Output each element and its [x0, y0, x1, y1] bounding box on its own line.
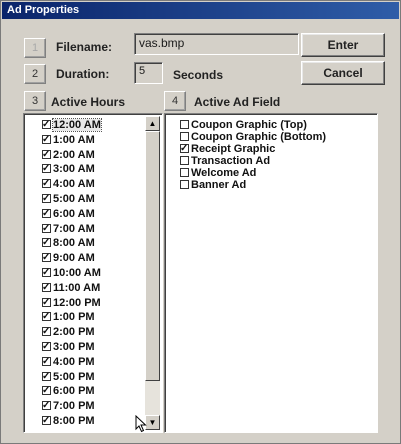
filename-field[interactable]: vas.bmp: [134, 33, 299, 55]
duration-unit-label: Seconds: [173, 68, 224, 82]
ad-properties-dialog: Ad Properties 1 Filename: vas.bmp Enter …: [0, 0, 401, 444]
hour-item[interactable]: 12:00 AM: [24, 117, 162, 133]
checkbox-unchecked-icon[interactable]: [180, 180, 189, 189]
hour-item-label: 2:00 PM: [53, 326, 95, 339]
hour-item[interactable]: 6:00 PM: [24, 383, 162, 399]
hour-item-label: 9:00 AM: [53, 252, 95, 265]
hour-item-label: 3:00 AM: [53, 163, 95, 176]
ad-field-item[interactable]: Banner Ad: [165, 178, 377, 193]
hour-item[interactable]: 6:00 AM: [24, 206, 162, 222]
checkbox-checked-icon[interactable]: [42, 176, 51, 191]
hour-item[interactable]: 3:00 AM: [24, 161, 162, 177]
mouse-pointer-icon: [135, 415, 147, 433]
hour-item-label: 7:00 PM: [53, 400, 95, 413]
checkbox-checked-icon[interactable]: [42, 295, 51, 310]
checkbox-unchecked-icon[interactable]: [180, 156, 189, 165]
hour-item-label: 3:00 PM: [53, 341, 95, 353]
active-ad-field-number-button[interactable]: 4: [164, 91, 186, 111]
checkbox-checked-icon[interactable]: [42, 339, 51, 354]
hour-item-label: 1:00 PM: [53, 311, 95, 324]
hour-item-label: 4:00 AM: [53, 178, 95, 191]
hour-item-label: 12:00 PM: [53, 296, 101, 309]
checkbox-checked-icon[interactable]: [42, 280, 51, 295]
checkbox-checked-icon[interactable]: [42, 354, 51, 369]
checkbox-unchecked-icon[interactable]: [180, 132, 189, 141]
hour-item-label: 2:00 AM: [53, 148, 95, 161]
checkbox-checked-icon[interactable]: [42, 383, 51, 398]
hour-item[interactable]: 3:00 PM: [24, 339, 162, 355]
checkbox-checked-icon[interactable]: [42, 191, 51, 206]
checkbox-checked-icon[interactable]: [42, 147, 51, 162]
hour-item-label: 5:00 PM: [53, 370, 95, 383]
filename-number-button[interactable]: 1: [24, 38, 46, 58]
hour-item[interactable]: 7:00 PM: [24, 398, 162, 414]
checkbox-checked-icon[interactable]: [42, 250, 51, 265]
checkbox-checked-icon[interactable]: [42, 309, 51, 324]
active-hours-list[interactable]: ▲ ▼ 12:00 AM1:00 AM2:00 AM3:00 AM4:00 AM…: [23, 113, 163, 433]
active-hours-number-button[interactable]: 3: [24, 91, 46, 111]
enter-button[interactable]: Enter: [301, 33, 385, 57]
hour-item[interactable]: 10:00 AM: [24, 265, 162, 281]
hour-item-label: 5:00 AM: [53, 193, 95, 205]
hour-item-label: 1:00 AM: [53, 133, 95, 146]
hour-item[interactable]: 4:00 PM: [24, 354, 162, 370]
hour-item[interactable]: 4:00 AM: [24, 176, 162, 192]
hour-item[interactable]: 12:00 PM: [24, 295, 162, 311]
checkbox-checked-icon[interactable]: [42, 413, 51, 428]
hour-item[interactable]: 5:00 AM: [24, 191, 162, 207]
checkbox-checked-icon[interactable]: [42, 369, 51, 384]
checkbox-checked-icon[interactable]: [42, 206, 51, 221]
hour-item-label: 12:00 AM: [52, 118, 102, 132]
hour-item-label: 8:00 AM: [53, 237, 95, 250]
checkbox-checked-icon[interactable]: [42, 132, 51, 147]
hour-item-label: 7:00 AM: [53, 222, 95, 235]
cancel-button[interactable]: Cancel: [301, 61, 385, 85]
checkbox-checked-icon[interactable]: [42, 398, 51, 413]
checkbox-checked-icon[interactable]: [42, 235, 51, 250]
hour-item[interactable]: 1:00 AM: [24, 132, 162, 148]
hour-item[interactable]: 11:00 AM: [24, 280, 162, 296]
checkbox-checked-icon[interactable]: [42, 265, 51, 280]
hour-item-label: 6:00 PM: [53, 385, 95, 398]
hour-item-label: 10:00 AM: [53, 267, 101, 279]
hour-item-label: 8:00 PM: [53, 415, 95, 427]
hour-item[interactable]: 8:00 AM: [24, 235, 162, 251]
checkbox-checked-icon[interactable]: [42, 221, 51, 236]
active-ad-field-label: Active Ad Field: [194, 95, 281, 109]
hour-item[interactable]: 9:00 AM: [24, 250, 162, 266]
hour-item-label: 6:00 AM: [53, 207, 95, 220]
ad-field-item-label: Banner Ad: [191, 179, 247, 191]
checkbox-checked-icon[interactable]: [180, 141, 189, 156]
duration-label: Duration:: [56, 67, 110, 81]
hour-item[interactable]: 1:00 PM: [24, 309, 162, 325]
checkbox-unchecked-icon[interactable]: [180, 120, 189, 129]
hour-item[interactable]: 2:00 AM: [24, 147, 162, 163]
checkbox-checked-icon[interactable]: [42, 161, 51, 176]
hour-item[interactable]: 2:00 PM: [24, 324, 162, 340]
active-ad-field-list[interactable]: Coupon Graphic (Top) Coupon Graphic (Bott…: [164, 113, 378, 433]
hour-item-label: 4:00 PM: [53, 355, 95, 368]
duration-number-button[interactable]: 2: [24, 64, 46, 84]
duration-field[interactable]: 5: [134, 62, 163, 84]
checkbox-checked-icon[interactable]: [42, 117, 51, 132]
checkbox-checked-icon[interactable]: [42, 324, 51, 339]
hour-item-label: 11:00 AM: [53, 281, 101, 294]
hour-item[interactable]: 5:00 PM: [24, 369, 162, 385]
checkbox-unchecked-icon[interactable]: [180, 168, 189, 177]
hour-item[interactable]: 7:00 AM: [24, 221, 162, 237]
active-hours-label: Active Hours: [51, 95, 126, 109]
filename-label: Filename:: [56, 40, 113, 54]
window-title: Ad Properties: [2, 2, 399, 19]
